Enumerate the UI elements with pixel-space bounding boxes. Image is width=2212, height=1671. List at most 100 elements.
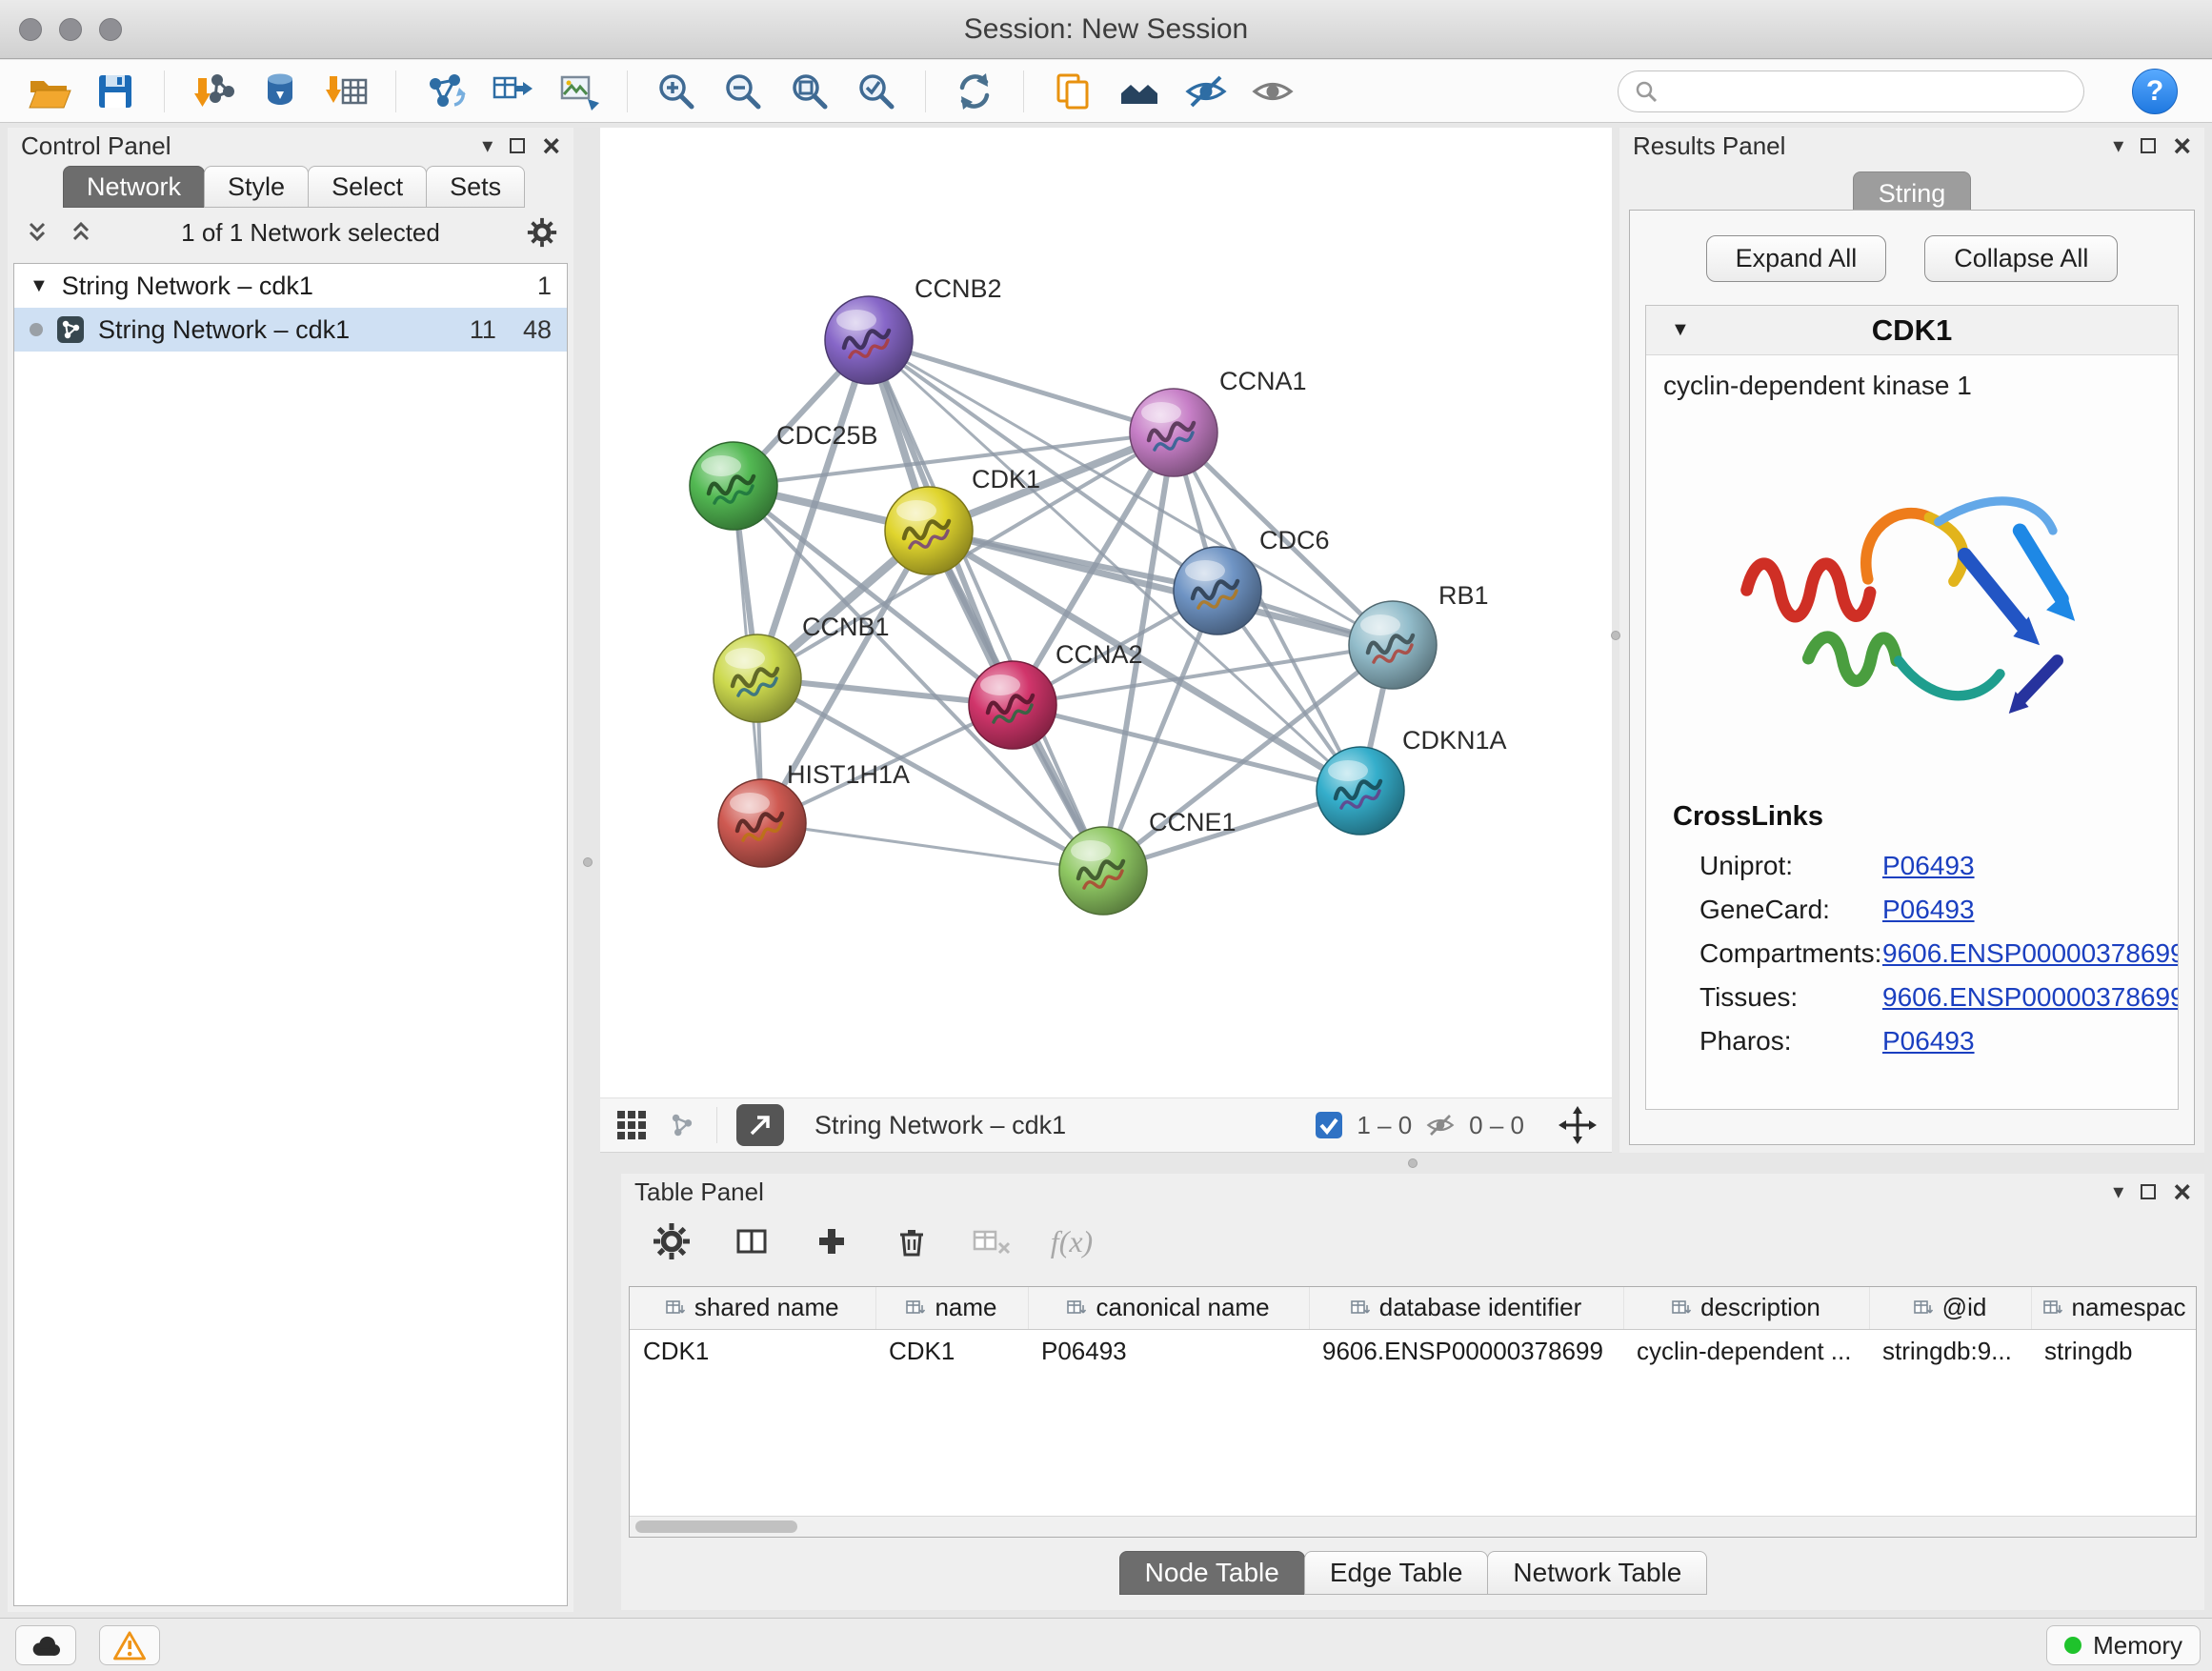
- zoom-out-button[interactable]: [715, 66, 771, 117]
- column-header-description[interactable]: description: [1623, 1287, 1869, 1329]
- network-node-ccna1[interactable]: CCNA1: [1130, 367, 1307, 476]
- import-table-button[interactable]: [319, 66, 374, 117]
- collapse-entry-icon[interactable]: ▼: [1671, 319, 1690, 341]
- function-builder-button[interactable]: f(x): [1050, 1219, 1094, 1263]
- crosslink-link[interactable]: P06493: [1882, 851, 1975, 881]
- title-bar: Session: New Session: [0, 0, 2212, 59]
- help-button[interactable]: ?: [2132, 69, 2178, 114]
- zoom-selected-button[interactable]: [849, 66, 904, 117]
- open-session-button[interactable]: [21, 66, 76, 117]
- crosslink-link[interactable]: P06493: [1882, 1026, 1975, 1057]
- network-node-label: RB1: [1438, 581, 1489, 610]
- share-icon[interactable]: [667, 1110, 697, 1140]
- splitter-handle[interactable]: [583, 857, 593, 867]
- search-box: [1618, 70, 2084, 112]
- cloud-button[interactable]: [15, 1625, 76, 1665]
- float-panel-icon[interactable]: [2141, 138, 2156, 153]
- pan-crosshair-icon[interactable]: [1558, 1106, 1597, 1144]
- crosslink-link[interactable]: P06493: [1882, 895, 1975, 925]
- column-icon: [666, 1299, 685, 1317]
- export-image-button[interactable]: [551, 66, 606, 117]
- network-node-cdkn1a[interactable]: CDKN1A: [1317, 726, 1507, 835]
- network-row[interactable]: String Network – cdk1 11 48: [14, 308, 567, 352]
- control-panel-title: Control Panel: [21, 131, 171, 161]
- zoom-in-button[interactable]: [649, 66, 704, 117]
- panel-menu-icon[interactable]: ▾: [2113, 135, 2123, 156]
- network-edge[interactable]: [869, 340, 1174, 433]
- panel-menu-icon[interactable]: ▾: [2113, 1181, 2123, 1202]
- hide-selected-button[interactable]: [1178, 66, 1234, 117]
- scrollbar-thumb[interactable]: [635, 1520, 797, 1533]
- selected-checkbox-icon[interactable]: [1315, 1111, 1343, 1139]
- network-edge[interactable]: [869, 340, 1103, 871]
- expand-all-button[interactable]: Expand All: [1706, 235, 1887, 282]
- show-all-button[interactable]: [1245, 66, 1300, 117]
- column-header-database-identifier[interactable]: database identifier: [1309, 1287, 1623, 1329]
- warning-button[interactable]: [99, 1625, 160, 1665]
- network-node-ccne1[interactable]: CCNE1: [1059, 808, 1237, 915]
- close-window-button[interactable]: [19, 18, 42, 41]
- column-header-id[interactable]: @id: [1869, 1287, 2031, 1329]
- crosslink-link[interactable]: 9606.ENSP00000378699: [1882, 938, 2179, 969]
- tab-style[interactable]: Style: [204, 166, 309, 208]
- memory-button[interactable]: Memory: [2046, 1625, 2201, 1665]
- zoom-window-button[interactable]: [99, 18, 122, 41]
- splitter-handle[interactable]: [1408, 1158, 1418, 1168]
- tab-network[interactable]: Network: [63, 166, 205, 208]
- hidden-eye-icon[interactable]: [1425, 1110, 1456, 1140]
- table-row[interactable]: CDK1 CDK1 P06493 9606.ENSP00000378699 cy…: [630, 1329, 2197, 1373]
- close-panel-icon[interactable]: ×: [542, 131, 560, 161]
- show-columns-button[interactable]: [730, 1219, 774, 1263]
- copy-documents-button[interactable]: [1045, 66, 1100, 117]
- network-edge[interactable]: [762, 823, 1103, 871]
- apply-layout-button[interactable]: [947, 66, 1002, 117]
- tab-sets[interactable]: Sets: [426, 166, 525, 208]
- columns-icon: [733, 1222, 771, 1260]
- memory-label: Memory: [2093, 1631, 2182, 1661]
- tab-edge-table[interactable]: Edge Table: [1304, 1551, 1489, 1595]
- float-panel-icon[interactable]: [2141, 1184, 2156, 1199]
- gear-icon[interactable]: [526, 216, 558, 249]
- collapse-all-icon[interactable]: [23, 218, 51, 247]
- minimize-window-button[interactable]: [59, 18, 82, 41]
- network-collection-row[interactable]: ▼ String Network – cdk1 1: [14, 264, 567, 308]
- network-table-button[interactable]: [484, 66, 539, 117]
- grid-icon[interactable]: [615, 1109, 648, 1141]
- collapse-all-button[interactable]: Collapse All: [1924, 235, 2118, 282]
- column-header-canonical-name[interactable]: canonical name: [1028, 1287, 1309, 1329]
- birdseye-view-button[interactable]: [1112, 66, 1167, 117]
- table-settings-button[interactable]: [650, 1219, 694, 1263]
- panel-menu-icon[interactable]: ▾: [482, 135, 493, 156]
- column-header-namespace[interactable]: namespac: [2031, 1287, 2197, 1329]
- column-label: shared name: [694, 1293, 839, 1322]
- splitter-handle[interactable]: [1611, 631, 1620, 640]
- protein-entry-header[interactable]: ▼ CDK1: [1646, 306, 2178, 355]
- add-column-button[interactable]: [810, 1219, 854, 1263]
- network-node-ccnb1[interactable]: CCNB1: [714, 613, 890, 722]
- tab-network-table[interactable]: Network Table: [1487, 1551, 1707, 1595]
- tab-select[interactable]: Select: [308, 166, 427, 208]
- crosslink-link[interactable]: 9606.ENSP00000378699: [1882, 982, 2179, 1013]
- column-header-name[interactable]: name: [875, 1287, 1028, 1329]
- delete-table-button[interactable]: [970, 1219, 1014, 1263]
- import-network-file-button[interactable]: [186, 66, 241, 117]
- close-panel-icon[interactable]: ×: [2173, 1177, 2191, 1207]
- column-header-shared-name[interactable]: shared name: [630, 1287, 875, 1329]
- network-node-hist1h1a[interactable]: HIST1H1A: [718, 760, 910, 867]
- import-network-database-button[interactable]: [252, 66, 308, 117]
- search-input[interactable]: [1668, 76, 2068, 106]
- expand-all-icon[interactable]: [67, 218, 95, 247]
- delete-column-button[interactable]: [890, 1219, 934, 1263]
- zoom-fit-button[interactable]: [782, 66, 837, 117]
- network-node-rb1[interactable]: RB1: [1349, 581, 1489, 689]
- open-external-button[interactable]: [736, 1104, 784, 1146]
- close-panel-icon[interactable]: ×: [2173, 131, 2191, 161]
- float-panel-icon[interactable]: [510, 138, 525, 153]
- tree-expand-icon[interactable]: ▼: [30, 275, 49, 297]
- save-session-button[interactable]: [88, 66, 143, 117]
- network-node-cdk1[interactable]: CDK1: [885, 465, 1040, 574]
- tab-node-table[interactable]: Node Table: [1119, 1551, 1305, 1595]
- network-from-selection-button[interactable]: [417, 66, 473, 117]
- toolbar-separator: [627, 70, 628, 112]
- network-canvas[interactable]: CCNB2CCNA1CDC25BCDK1CDC6RB1CCNB1CCNA2CDK…: [600, 128, 1612, 1097]
